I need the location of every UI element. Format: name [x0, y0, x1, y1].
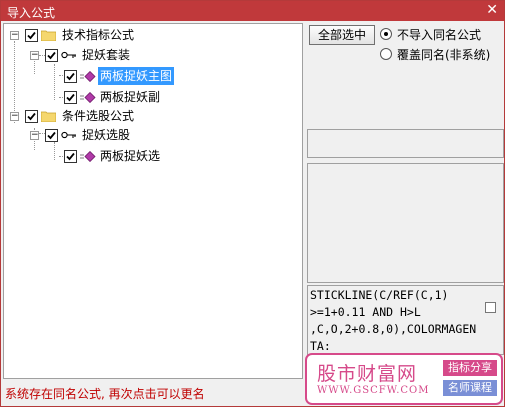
tree-node-label: 技术指标公式	[62, 28, 135, 42]
tree-node-label: 两板捉妖副	[100, 90, 161, 104]
tree-node-selection-formula[interactable]: 两板捉妖选	[4, 147, 302, 165]
tree-node-suite[interactable]: − 捉妖套装	[4, 46, 302, 64]
title-bar[interactable]: 导入公式 ✕	[1, 1, 504, 21]
close-icon[interactable]: ✕	[486, 2, 498, 18]
watermark-logo: 股市财富网 WWW.GSCFW.COM 指标分享 名师课程	[305, 353, 503, 405]
formula-tree[interactable]: − 技术指标公式 − 捉妖套装 两板捉妖主图 两板捉妖副 − 条件选股公式 − …	[3, 23, 303, 379]
tree-node-label: 捉妖套装	[82, 48, 131, 62]
collapse-icon[interactable]: −	[10, 31, 19, 40]
description-panel[interactable]	[307, 163, 504, 283]
tree-node-label: 两板捉妖主图	[98, 67, 175, 85]
name-field[interactable]	[307, 129, 504, 158]
watermark-tag-course: 名师课程	[443, 380, 497, 396]
checkbox-checked[interactable]	[25, 29, 38, 42]
radio-label-overwrite: 覆盖同名(非系统)	[397, 48, 491, 62]
checkbox-checked[interactable]	[64, 150, 77, 163]
collapse-icon[interactable]: −	[30, 131, 39, 140]
code-line: ,C,O,2+0.8,0),COLORMAGEN	[310, 322, 477, 336]
tree-node-label: 两板捉妖选	[100, 149, 161, 163]
tree-node-label: 条件选股公式	[62, 109, 135, 123]
watermark-url: WWW.GSCFW.COM	[317, 385, 430, 396]
code-line: STICKLINE(C/REF(C,1)	[310, 288, 449, 302]
window-title: 导入公式	[7, 6, 56, 20]
radio-overwrite-same-name[interactable]	[380, 48, 392, 60]
key-icon	[61, 131, 76, 139]
radio-skip-same-name[interactable]	[380, 28, 392, 40]
checkbox-checked[interactable]	[64, 70, 77, 83]
folder-icon	[41, 30, 56, 41]
checkbox-checked[interactable]	[45, 49, 58, 62]
tree-node-main-chart[interactable]: 两板捉妖主图	[4, 67, 302, 85]
tree-node-selection-suite[interactable]: − 捉妖选股	[4, 126, 302, 144]
import-formula-dialog: 导入公式 ✕ − 技术指标公式 − 捉妖套装 两板捉妖主图 两板捉妖副 − 条件…	[0, 0, 505, 407]
radio-label-skip: 不导入同名公式	[397, 28, 482, 42]
tree-node-label: 捉妖选股	[82, 128, 131, 142]
tree-node-stock-selection[interactable]: − 条件选股公式	[4, 107, 302, 125]
tree-node-tech-indicators[interactable]: − 技术指标公式	[4, 26, 302, 44]
watermark-tag-share: 指标分享	[443, 360, 497, 376]
folder-icon	[41, 111, 56, 122]
collapse-icon[interactable]: −	[10, 112, 19, 121]
formula-icon	[80, 71, 96, 82]
code-line: >=1+0.11 AND H>L	[310, 305, 421, 319]
collapse-icon[interactable]: −	[30, 51, 39, 60]
checkbox-checked[interactable]	[25, 110, 38, 123]
checkbox-checked[interactable]	[64, 91, 77, 104]
formula-icon	[80, 151, 96, 162]
formula-icon	[80, 92, 96, 103]
select-all-button[interactable]: 全部选中	[309, 25, 375, 45]
status-message: 系统存在同名公式, 再次点击可以更名	[5, 387, 205, 401]
formula-code: STICKLINE(C/REF(C,1) >=1+0.11 AND H>L ,C…	[310, 287, 504, 355]
code-checkbox[interactable]	[485, 302, 496, 313]
checkbox-checked[interactable]	[45, 129, 58, 142]
watermark-brand: 股市财富网	[317, 363, 418, 385]
key-icon	[61, 51, 76, 59]
tree-node-sub-chart[interactable]: 两板捉妖副	[4, 88, 302, 106]
